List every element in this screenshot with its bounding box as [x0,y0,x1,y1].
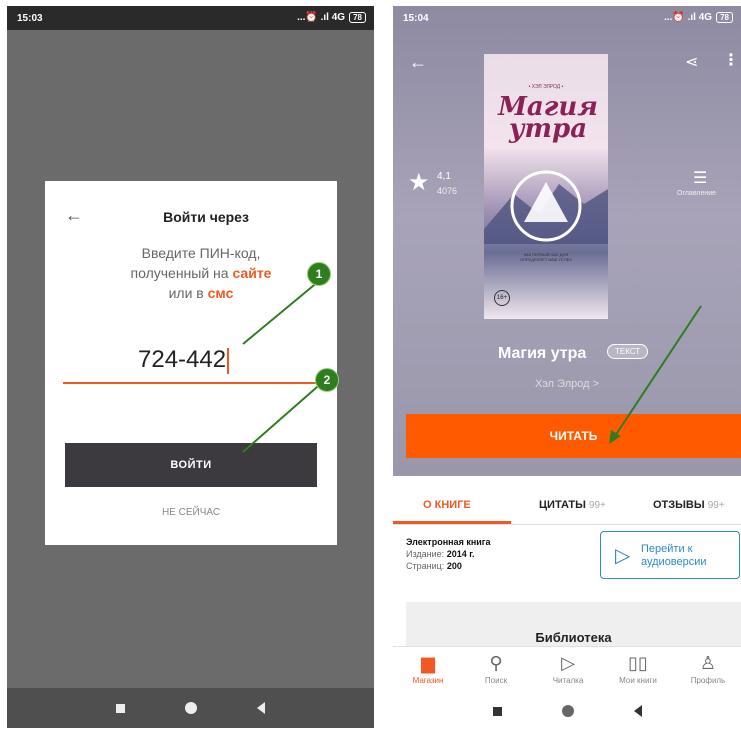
pin-input-value[interactable]: 724-442 [138,346,230,374]
star-icon: ★ [408,169,430,196]
pin-text: 724-442 [138,346,227,373]
cover-art [484,170,608,244]
recents-icon[interactable] [116,703,125,713]
nav-search[interactable]: ⚲ Поиск [461,650,531,685]
dialog-instructions: Введите ПИН-код, полученный на сайте или… [85,243,317,303]
login-phone-screen: 15:03 ...⏰ .ıl 4G 78 ← Войти через Введи… [7,6,374,728]
recents-icon[interactable] [492,706,502,716]
nav-label: Читалка [552,676,584,685]
tab-label: О КНИГЕ [423,499,471,511]
back-arrow-icon[interactable]: ← [409,52,427,73]
bottom-navigation: ▆ Магазин ⚲ Поиск ▷ Читалка ▯▯ Мои книги… [393,646,741,697]
library-heading: Библиотека [535,630,612,645]
dialog-title: Войти через [163,209,249,225]
audio-label-line: аудиоверсии [641,556,707,568]
status-bar: 15:03 ...⏰ .ıl 4G 78 [7,6,374,30]
status-bar: 15:04 ...⏰ .ıl 4G 78 [393,6,741,30]
store-icon: ▆ [421,653,435,673]
nav-profile[interactable]: ♙ Профиль [673,650,741,685]
profile-icon: ♙ [699,653,717,673]
nav-label: Поиск [484,676,508,685]
back-icon[interactable] [633,705,642,717]
home-icon[interactable] [561,705,574,717]
sms-link[interactable]: смс [208,285,234,301]
tab-count: 99+ [588,500,606,511]
nav-reader[interactable]: ▷ Читалка [533,650,603,685]
book-icon: ▯▯ [628,653,648,673]
contents-label[interactable]: Оглавление [677,190,716,197]
book-kind: Электронная книга [406,537,491,547]
pages-label: Страниц: [406,561,445,571]
nav-store[interactable]: ▆ Магазин [393,650,463,685]
share-icon[interactable]: ⋖ [685,52,698,72]
nav-my-books[interactable]: ▯▯ Мои книги [603,650,673,685]
tab-count: 99+ [707,500,725,511]
status-time: 15:03 [17,13,43,24]
instruction-line-3: или в смс [85,283,317,303]
home-icon[interactable] [185,702,197,714]
book-tabs: О КНИГЕ ЦИТАТЫ 99+ ОТЗЫВЫ 99+ [393,486,741,525]
audio-button-label: Перейти к аудиоверсии [641,543,707,569]
instruction-line-2: полученный на сайте [85,263,317,283]
nav-label: Магазин [412,676,444,685]
library-section: Библиотека [406,602,741,652]
callout-badge-1: 1 [307,262,331,286]
format-badge: ТЕКСТ [607,344,649,359]
tab-label: ОТЗЫВЫ [653,499,705,511]
book-phone-screen: 15:04 ...⏰ .ıl 4G 78 ← ⋖ ⋮ • ХЭЛ ЭЛРОД •… [393,6,741,728]
author-link[interactable]: Хэл Элрод > [393,378,741,390]
more-icon[interactable]: ⋮ [723,50,739,70]
text-caret [227,347,230,374]
tab-reviews[interactable]: ОТЗЫВЫ 99+ [653,499,725,511]
edition-value: 2014 г. [446,549,475,559]
book-cover[interactable]: • ХЭЛ ЭЛРОД • Магия утра КАК ПЕРВЫЙ ЧАС … [484,54,608,319]
instruction-text: полученный на [130,265,233,281]
instruction-line-1: Введите ПИН-код, [141,245,261,261]
search-icon: ⚲ [489,653,503,673]
edition-label: Издание: [406,549,445,559]
back-icon[interactable] [257,702,265,714]
pages-value: 200 [446,561,462,571]
status-icons: ...⏰ .ıl 4G 78 [297,12,366,23]
login-button[interactable]: ВОЙТИ [65,443,317,487]
nav-label: Профиль [690,676,726,685]
callout-badge-2: 2 [315,368,339,392]
book-info: Электронная книга Издание: 2014 г. Стран… [406,536,491,572]
nav-label: Мои книги [619,676,657,685]
status-time: 15:04 [403,13,429,24]
battery-icon: 78 [716,12,733,23]
play-icon: ▷ [615,545,631,567]
tab-about[interactable]: О КНИГЕ [423,499,471,511]
tab-label: ЦИТАТЫ [539,499,586,511]
audio-label-line: Перейти к [641,543,693,555]
cover-subtitle-line: ОПРЕДЕЛЯЕТ ВАШ УСПЕХ [519,257,573,262]
age-rating-badge: 16+ [494,290,510,306]
site-link[interactable]: сайте [232,265,271,281]
system-nav-bar [7,688,374,728]
login-dialog: ← Войти через Введите ПИН-код, полученны… [45,181,337,545]
not-now-button[interactable]: НЕ СЕЙЧАС [45,507,337,518]
book-title: Магия утра [498,345,587,362]
rating-value: 4,1 [437,171,451,182]
play-icon: ▷ [561,653,575,673]
network-indicator: ...⏰ .ıl 4G [664,12,713,23]
tab-quotes[interactable]: ЦИТАТЫ 99+ [539,499,606,511]
cover-subtitle: КАК ПЕРВЫЙ ЧАС ДНЯ ОПРЕДЕЛЯЕТ ВАШ УСПЕХ [494,252,598,262]
battery-icon: 78 [349,12,366,23]
rating-count: 4076 [437,186,458,196]
contents-icon[interactable]: ☰ [693,168,707,188]
active-tab-indicator [393,521,511,524]
network-indicator: ...⏰ .ıl 4G [297,12,346,23]
status-icons: ...⏰ .ıl 4G 78 [664,12,733,23]
audio-version-button[interactable]: ▷ Перейти к аудиоверсии [600,531,740,579]
system-nav-bar [393,694,741,728]
read-button[interactable]: ЧИТАТЬ [406,414,741,458]
pin-input-field[interactable]: 724-442 [63,346,319,384]
instruction-text: или в [168,285,208,301]
